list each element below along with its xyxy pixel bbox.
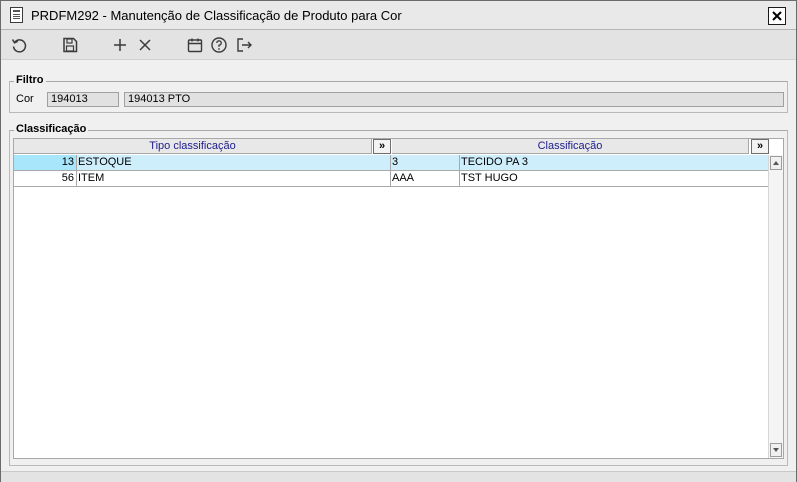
column-header-tipo[interactable]: Tipo classificação — [14, 139, 372, 154]
table-row[interactable]: 56 ITEM AAA TST HUGO — [14, 171, 770, 187]
refresh-button[interactable] — [9, 35, 29, 55]
window-title: PRDFM292 - Manutenção de Classificação d… — [31, 8, 402, 23]
close-button[interactable] — [768, 7, 786, 25]
classification-grid: Tipo classificação » Classificação » 13 … — [13, 138, 784, 459]
close-icon — [772, 11, 782, 21]
document-icon — [10, 7, 23, 23]
add-button[interactable] — [110, 35, 130, 55]
vertical-scrollbar[interactable] — [768, 155, 783, 458]
delete-button[interactable] — [135, 35, 155, 55]
status-strip — [1, 471, 796, 482]
title-bar: PRDFM292 - Manutenção de Classificação d… — [1, 1, 796, 30]
calendar-button[interactable] — [185, 35, 205, 55]
expand-classificacao-button[interactable]: » — [751, 139, 769, 154]
tipo-code-cell[interactable]: 13 — [14, 155, 77, 171]
cor-code-field[interactable]: 194013 — [47, 92, 119, 107]
classification-legend: Classificação — [14, 123, 89, 135]
main-window: PRDFM292 - Manutenção de Classificação d… — [0, 0, 797, 482]
tipo-desc-cell[interactable]: ESTOQUE — [77, 155, 391, 171]
tipo-code-cell[interactable]: 56 — [14, 171, 77, 187]
refresh-icon — [11, 39, 27, 53]
calendar-icon — [187, 38, 203, 53]
help-button[interactable] — [209, 35, 229, 55]
cor-description-field: 194013 PTO — [124, 92, 784, 107]
scroll-down-button[interactable] — [770, 443, 782, 457]
delete-icon — [139, 39, 151, 51]
table-row[interactable]: 13 ESTOQUE 3 TECIDO PA 3 — [14, 155, 770, 171]
tipo-desc-cell[interactable]: ITEM — [77, 171, 391, 187]
exit-button[interactable] — [234, 35, 254, 55]
save-icon — [63, 37, 78, 53]
filter-legend: Filtro — [14, 74, 46, 86]
cor-label: Cor — [16, 93, 34, 105]
exit-icon — [237, 38, 252, 52]
class-desc-cell[interactable]: TST HUGO — [460, 171, 770, 187]
class-desc-cell[interactable]: TECIDO PA 3 — [460, 155, 770, 171]
toolbar — [1, 30, 796, 60]
class-code-cell[interactable]: 3 — [391, 155, 460, 171]
chevron-up-icon — [773, 161, 779, 165]
class-code-cell[interactable]: AAA — [391, 171, 460, 187]
save-button[interactable] — [60, 35, 80, 55]
chevron-down-icon — [773, 448, 779, 452]
expand-tipo-button[interactable]: » — [373, 139, 391, 154]
scroll-up-button[interactable] — [770, 156, 782, 170]
column-header-classificacao[interactable]: Classificação — [392, 139, 749, 154]
help-icon — [211, 37, 227, 53]
add-icon — [114, 39, 126, 51]
